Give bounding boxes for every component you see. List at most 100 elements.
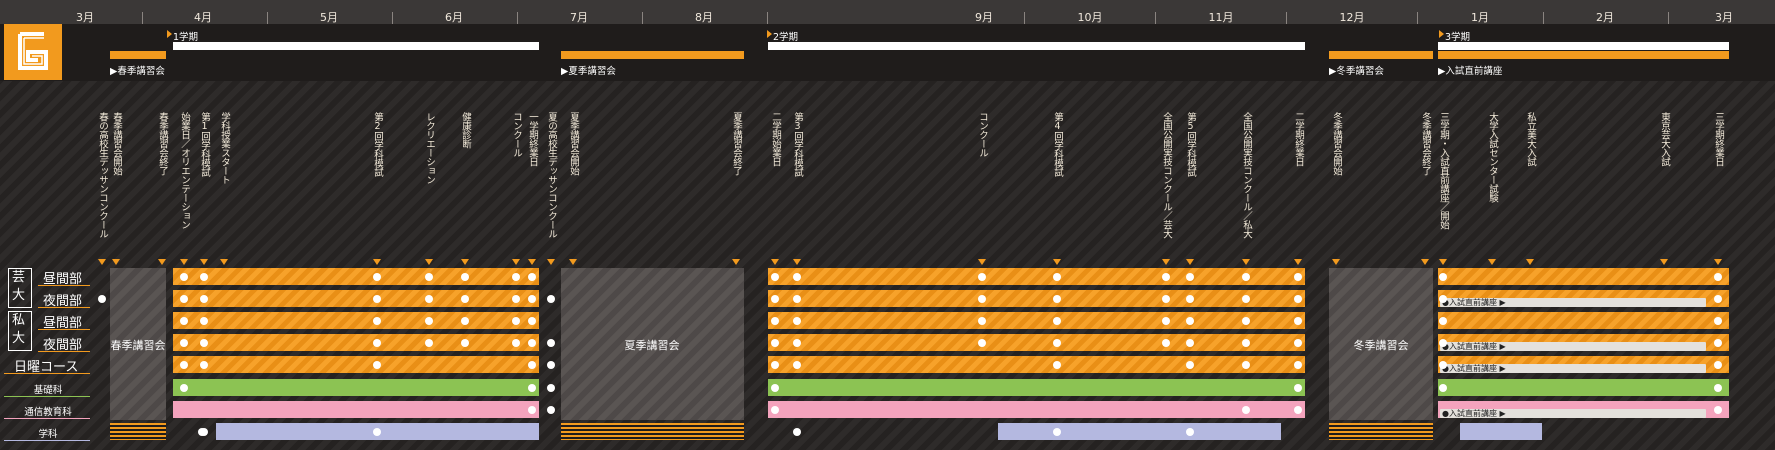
event-dot	[528, 361, 536, 369]
month-tick	[1155, 12, 1156, 24]
event-dot	[771, 406, 779, 414]
event-marker	[461, 259, 469, 265]
event-label: 夏季講習会開始	[568, 112, 579, 175]
term1-label: 1学期	[173, 32, 199, 43]
event-dot	[198, 428, 206, 436]
month-tick	[142, 12, 143, 24]
event-dot	[373, 339, 381, 347]
event-dot	[978, 273, 986, 281]
event-dot	[1714, 317, 1722, 325]
event-marker	[112, 259, 120, 265]
event-dot	[1294, 384, 1302, 392]
event-label: 一学期終業日	[527, 112, 538, 166]
month-label: 3月	[76, 11, 94, 24]
final-course-pill-label: ●入試直前講座 ▶	[1442, 364, 1506, 373]
event-dot	[1294, 361, 1302, 369]
event-marker	[1660, 259, 1668, 265]
event-dot	[180, 273, 188, 281]
underline	[38, 285, 90, 286]
event-dot	[1053, 428, 1061, 436]
event-label: 大学入試センター試験	[1487, 112, 1498, 202]
event-dot	[373, 428, 381, 436]
event-dot	[200, 361, 208, 369]
schedule-bar	[768, 401, 1305, 418]
event-marker	[569, 259, 577, 265]
triangle-icon	[767, 30, 772, 38]
triangle-icon	[167, 30, 172, 38]
winter-session-block-label: 冬季講習会	[1353, 339, 1409, 352]
month-tick	[517, 12, 518, 24]
event-dot	[1439, 295, 1447, 303]
event-dot	[547, 339, 555, 347]
event-marker	[547, 259, 555, 265]
event-dot	[373, 361, 381, 369]
event-label: 第3回学科模試	[792, 112, 803, 177]
event-label: 春の高校生デッサンコンクール	[97, 112, 108, 238]
event-dot	[1162, 317, 1170, 325]
event-dot	[1714, 339, 1722, 347]
month-label: 5月	[320, 11, 338, 24]
event-dot	[373, 295, 381, 303]
event-marker	[1294, 259, 1302, 265]
month-tick	[1668, 12, 1669, 24]
event-dot	[425, 317, 433, 325]
final-course-bar	[1438, 51, 1729, 59]
spring-session-bar	[110, 51, 166, 59]
final-course-label: ▶入試直前講座	[1438, 66, 1503, 77]
event-dot	[180, 295, 188, 303]
event-dot	[200, 295, 208, 303]
event-label: 三学期・入試直前講座／開始	[1438, 112, 1449, 229]
event-dot	[1186, 428, 1194, 436]
term3-label: 3学期	[1445, 32, 1471, 43]
event-label: 二学期終業日	[1293, 112, 1304, 166]
geidai-badge: 芸大	[8, 268, 32, 308]
event-label: 全国公開実技コンクール／私大	[1241, 112, 1252, 238]
event-dot	[1053, 339, 1061, 347]
event-dot	[528, 406, 536, 414]
row-label-academic: 学科	[38, 429, 58, 440]
event-label: 春季講習会開始	[111, 112, 122, 175]
event-dot	[1053, 361, 1061, 369]
logo-icon	[4, 24, 62, 80]
event-marker	[1526, 259, 1534, 265]
event-marker	[1488, 259, 1496, 265]
event-dot	[771, 339, 779, 347]
event-label: 学科授業スタート	[219, 112, 230, 184]
event-label: 三学期終業日	[1713, 112, 1724, 166]
month-label: 3月	[1715, 11, 1733, 24]
month-header: 3月 4月 5月 6月 7月 8月 9月 10月 11月 12月 1月 2月 3…	[0, 0, 1775, 25]
month-label: 6月	[445, 11, 463, 24]
term2-label: 2学期	[773, 32, 799, 43]
event-dot	[1162, 339, 1170, 347]
event-dot	[461, 317, 469, 325]
event-dot	[1242, 295, 1250, 303]
event-dot	[425, 295, 433, 303]
event-label: 健康診断	[460, 112, 471, 148]
event-marker	[200, 259, 208, 265]
event-dot	[512, 339, 520, 347]
event-label: 第1回学科模試	[199, 112, 210, 177]
event-marker	[425, 259, 433, 265]
event-dot	[1053, 295, 1061, 303]
schedule-bar	[173, 401, 539, 418]
schedule-bar	[1438, 312, 1729, 329]
event-dot	[461, 295, 469, 303]
underline	[38, 351, 90, 352]
schedule-bar	[1438, 268, 1729, 285]
event-dot	[771, 317, 779, 325]
event-dot	[461, 339, 469, 347]
session-stripe	[1329, 423, 1433, 440]
month-tick	[267, 12, 268, 24]
event-dot	[1714, 406, 1722, 414]
event-marker	[978, 259, 986, 265]
event-dot	[1186, 339, 1194, 347]
event-marker	[1186, 259, 1194, 265]
event-label: 第2回学科模試	[372, 112, 383, 177]
schedule-bar	[998, 423, 1281, 440]
term3-bar	[1438, 42, 1729, 50]
event-marker	[1332, 259, 1340, 265]
event-dot	[528, 317, 536, 325]
event-dot	[771, 295, 779, 303]
event-dot	[1439, 361, 1447, 369]
event-dot	[1186, 361, 1194, 369]
